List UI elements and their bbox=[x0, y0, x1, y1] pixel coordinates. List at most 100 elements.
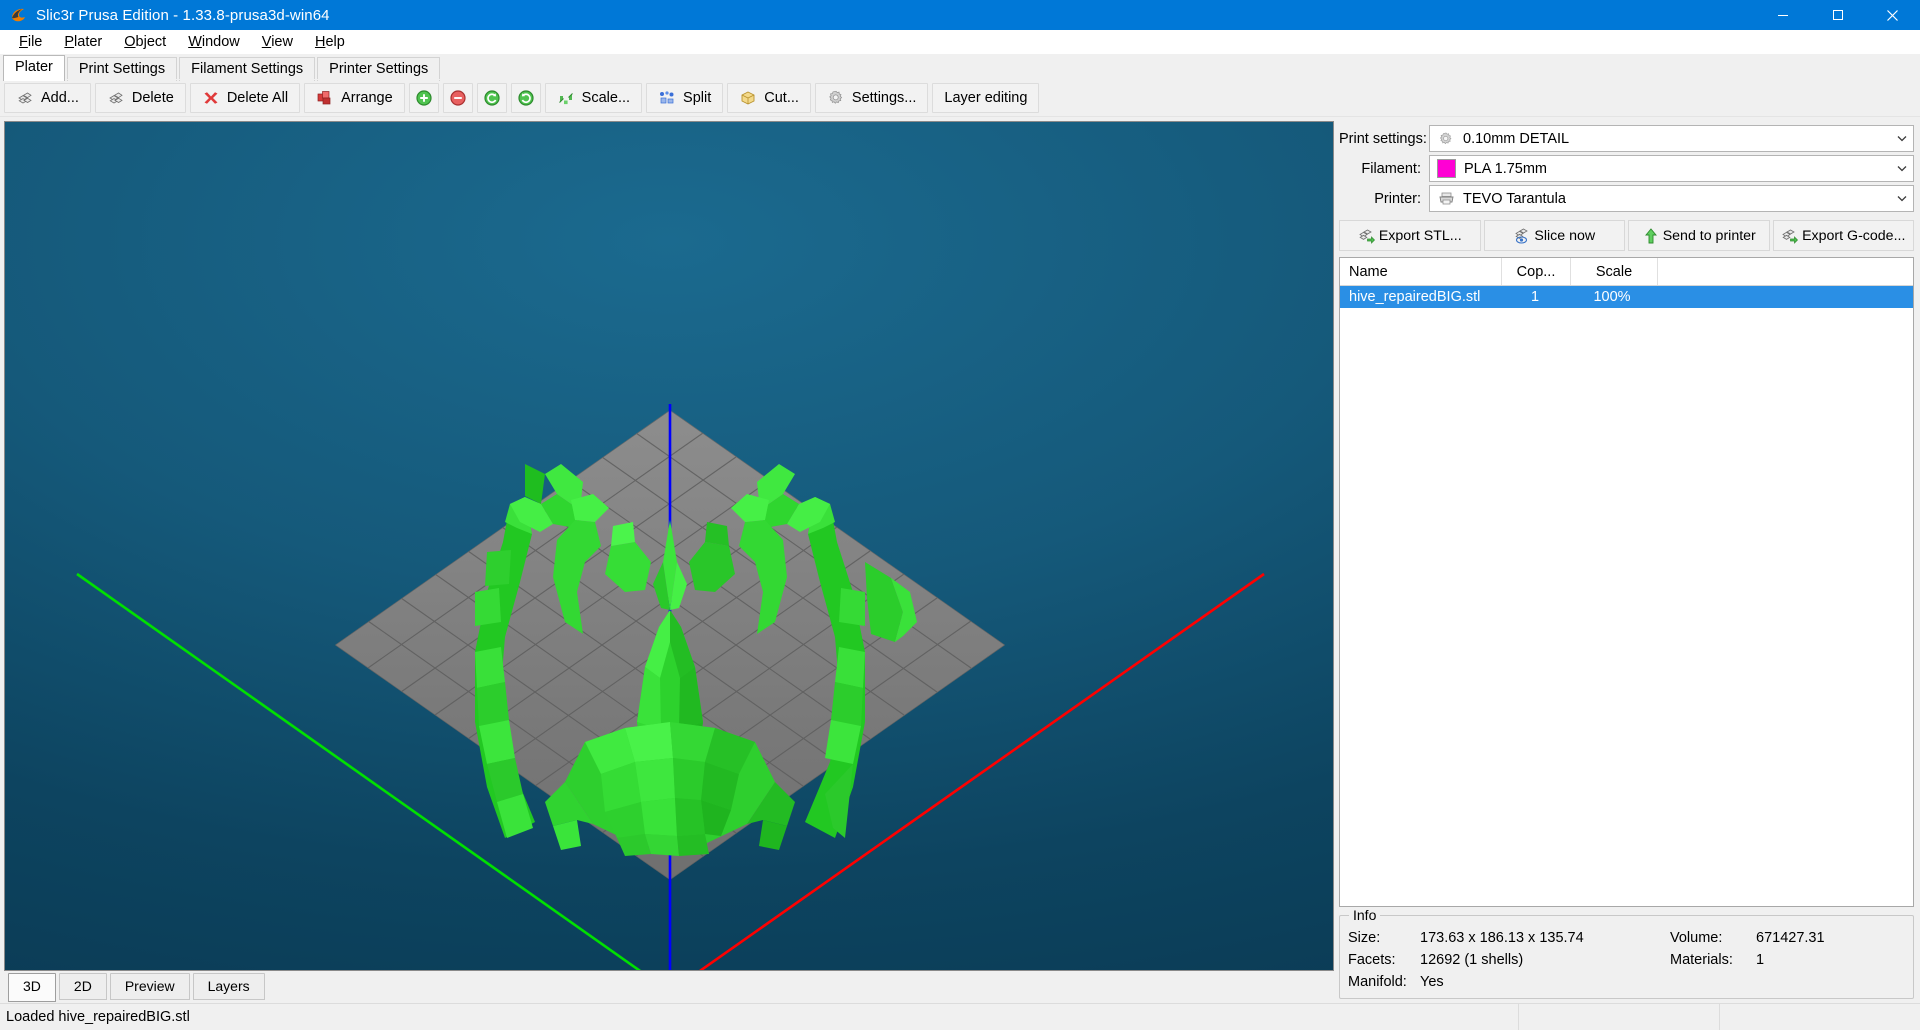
print-settings-gear-icon bbox=[1437, 130, 1455, 148]
arrange-button-label: Arrange bbox=[341, 90, 393, 106]
maximize-icon[interactable] bbox=[1810, 0, 1865, 30]
view-tab-2d[interactable]: 2D bbox=[58, 973, 107, 1000]
column-header-copies[interactable]: Cop... bbox=[1502, 258, 1571, 285]
menu-item-help-label: elp bbox=[325, 34, 345, 50]
printer-label: Printer: bbox=[1374, 190, 1421, 207]
status-cell-2 bbox=[1719, 1004, 1920, 1030]
title-bar-left: Slic3r Prusa Edition - 1.33.8-prusa3d-wi… bbox=[0, 7, 1755, 24]
arrange-icon bbox=[316, 89, 334, 107]
split-button[interactable]: Split bbox=[646, 83, 724, 113]
info-manifold-key: Manifold: bbox=[1348, 974, 1407, 990]
tab-filament-settings[interactable]: Filament Settings bbox=[179, 57, 316, 81]
menu-item-object[interactable]: Object bbox=[113, 32, 177, 52]
menu-item-object-label: bject bbox=[135, 34, 167, 50]
menu-item-view-accel: V bbox=[261, 34, 272, 50]
status-message: Loaded hive_repairedBIG.stl bbox=[6, 1009, 190, 1025]
object-scale-cell: 100% bbox=[1593, 289, 1631, 305]
tab-print-settings[interactable]: Print Settings bbox=[66, 57, 178, 81]
rotate-ccw-button[interactable] bbox=[476, 83, 507, 113]
slice-now-label: Slice now bbox=[1534, 227, 1596, 244]
filament-combo[interactable]: PLA 1.75mm bbox=[1429, 155, 1914, 182]
decrease-copies-icon bbox=[449, 89, 467, 107]
3d-scene-svg bbox=[76, 404, 1265, 970]
column-header-scale[interactable]: Scale bbox=[1571, 258, 1658, 285]
export-gcode-button[interactable]: Export G-code... bbox=[1772, 220, 1914, 251]
decrease-copies-button[interactable] bbox=[442, 83, 473, 113]
main-tab-bar: Plater Print Settings Filament Settings … bbox=[0, 54, 1920, 81]
tab-plater[interactable]: Plater bbox=[3, 55, 65, 81]
chevron-down-icon[interactable] bbox=[1891, 157, 1913, 180]
info-volume-key: Volume: bbox=[1670, 930, 1723, 946]
printer-combo[interactable]: TEVO Tarantula bbox=[1429, 185, 1914, 212]
slice-now-button[interactable]: Slice now bbox=[1483, 220, 1625, 251]
column-header-name[interactable]: Name bbox=[1340, 258, 1502, 285]
close-icon[interactable] bbox=[1865, 0, 1920, 30]
menu-item-file[interactable]: File bbox=[8, 32, 53, 52]
info-grid: Size: 173.63 x 186.13 x 135.74 Volume: 6… bbox=[1348, 930, 1905, 990]
menu-item-window[interactable]: Window bbox=[177, 32, 251, 52]
tab-printer-settings[interactable]: Printer Settings bbox=[317, 57, 441, 81]
3d-scene bbox=[5, 122, 1333, 970]
scale-button[interactable]: Scale... bbox=[544, 83, 643, 113]
layer-editing-button-label: Layer editing bbox=[944, 90, 1028, 106]
settings-gear-icon bbox=[827, 89, 845, 107]
slic3r-logo-icon bbox=[10, 7, 27, 24]
table-row[interactable]: hive_repairedBIG.stl 1 100% bbox=[1340, 286, 1913, 308]
arrange-button[interactable]: Arrange bbox=[304, 83, 405, 113]
view-tab-layers[interactable]: Layers bbox=[192, 973, 265, 1000]
menu-item-help[interactable]: Help bbox=[304, 32, 356, 52]
settings-button[interactable]: Settings... bbox=[814, 83, 929, 113]
delete-all-button[interactable]: Delete All bbox=[189, 83, 301, 113]
info-materials-value: 1 bbox=[1756, 952, 1765, 968]
object-name-cell: hive_repairedBIG.stl bbox=[1349, 289, 1481, 305]
printer-icon bbox=[1437, 190, 1455, 208]
chevron-down-icon[interactable] bbox=[1891, 187, 1913, 210]
export-stl-button[interactable]: Export STL... bbox=[1339, 220, 1481, 251]
window-controls bbox=[1755, 0, 1920, 30]
rotate-cw-button[interactable] bbox=[510, 83, 541, 113]
slice-now-icon bbox=[1513, 227, 1531, 245]
menu-item-view[interactable]: View bbox=[251, 32, 304, 52]
filament-color-swatch bbox=[1437, 159, 1456, 178]
menu-item-file-label: ile bbox=[27, 34, 43, 50]
export-stl-icon bbox=[1358, 227, 1376, 245]
menu-item-plater-label: later bbox=[74, 34, 103, 50]
column-header-filler bbox=[1658, 258, 1913, 285]
delete-button[interactable]: Delete bbox=[94, 83, 186, 113]
info-facets-value: 12692 (1 shells) bbox=[1420, 952, 1524, 968]
info-size-key: Size: bbox=[1348, 930, 1381, 946]
scale-icon bbox=[557, 89, 575, 107]
preset-row-print-settings: Print settings: 0.10mm DETAIL bbox=[1339, 125, 1914, 152]
filament-label: Filament: bbox=[1361, 160, 1421, 177]
menu-item-plater[interactable]: Plater bbox=[53, 32, 113, 52]
cut-button[interactable]: Cut... bbox=[727, 83, 811, 113]
menu-bar: File Plater Object Window View Help bbox=[0, 30, 1920, 54]
export-gcode-label: Export G-code... bbox=[1802, 227, 1906, 244]
increase-copies-button[interactable] bbox=[408, 83, 439, 113]
right-panel: Print settings: 0.10mm DETAIL Filament: … bbox=[1339, 121, 1916, 1003]
minimize-icon[interactable] bbox=[1755, 0, 1810, 30]
object-list[interactable]: Name Cop... Scale hive_repairedBIG.stl 1… bbox=[1339, 257, 1914, 907]
view-tab-preview[interactable]: Preview bbox=[109, 973, 190, 1000]
info-legend: Info bbox=[1349, 907, 1381, 923]
3d-viewport[interactable] bbox=[4, 121, 1334, 971]
info-panel: Info Size: 173.63 x 186.13 x 135.74 Volu… bbox=[1339, 907, 1914, 999]
send-to-printer-button[interactable]: Send to printer bbox=[1628, 220, 1770, 251]
add-object-icon bbox=[16, 89, 34, 107]
window-title: Slic3r Prusa Edition - 1.33.8-prusa3d-wi… bbox=[36, 6, 330, 24]
view-tab-3d[interactable]: 3D bbox=[8, 973, 56, 1002]
chevron-down-icon[interactable] bbox=[1891, 127, 1913, 150]
action-buttons: Export STL... Slice now Send to printer … bbox=[1339, 220, 1914, 251]
info-volume-value: 671427.31 bbox=[1756, 930, 1825, 946]
delete-all-button-label: Delete All bbox=[226, 90, 289, 106]
printer-value: TEVO Tarantula bbox=[1463, 190, 1566, 207]
increase-copies-icon bbox=[415, 89, 433, 107]
main-body: 3D 2D Preview Layers Print settings: 0.1… bbox=[0, 117, 1920, 1003]
menu-item-object-accel: O bbox=[124, 34, 136, 50]
rotate-ccw-icon bbox=[483, 89, 501, 107]
layer-editing-button[interactable]: Layer editing bbox=[932, 83, 1040, 113]
add-button[interactable]: Add... bbox=[4, 83, 91, 113]
print-settings-combo[interactable]: 0.10mm DETAIL bbox=[1429, 125, 1914, 152]
print-settings-label: Print settings: bbox=[1339, 130, 1427, 147]
info-materials-key: Materials: bbox=[1670, 952, 1733, 968]
